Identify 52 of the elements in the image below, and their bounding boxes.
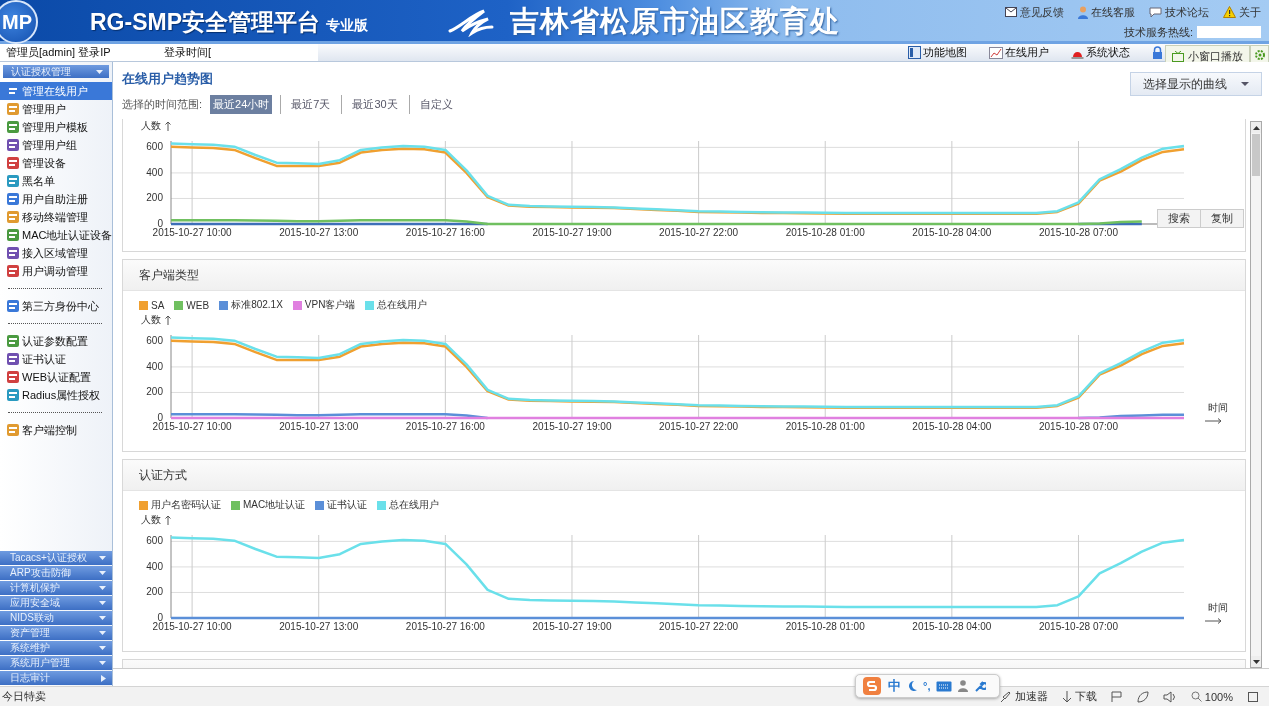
tick-label: 2015-10-28 04:00 — [912, 621, 992, 632]
tick-label: 2015-10-27 13:00 — [279, 421, 359, 432]
tick-label: 2015-10-27 22:00 — [659, 227, 739, 238]
page-title: 在线用户趋势图 — [122, 70, 213, 88]
logo: MP — [0, 0, 38, 44]
tick-label: 2015-10-28 01:00 — [785, 421, 865, 432]
tick-label: 2015-10-27 16:00 — [405, 421, 485, 432]
tick-label: 0 — [157, 218, 163, 229]
axis-title: 时间 — [1208, 602, 1228, 613]
tick-label: 600 — [146, 335, 163, 347]
login-time-label: 登录时间[ — [164, 45, 213, 60]
tick-label: 2015-10-28 07:00 — [1039, 227, 1118, 238]
range-label: 选择的时间范围: — [122, 97, 203, 112]
tick-label: 2015-10-27 19:00 — [532, 621, 612, 632]
tick-label: 2015-10-27 13:00 — [279, 227, 359, 238]
tick-label: 600 — [146, 535, 163, 547]
tick-label: 2015-10-28 04:00 — [912, 227, 992, 238]
panel-title: 客户端类型 — [123, 260, 1245, 291]
tick-label: 2015-10-28 07:00 — [1039, 621, 1118, 632]
hotline-label: 技术服务热线: — [1123, 24, 1193, 40]
tick-label: 600 — [146, 141, 163, 153]
organization-title: 吉林省松原市油区教育处 — [510, 4, 840, 39]
tick-label: 2015-10-27 19:00 — [532, 421, 612, 432]
tick-label: 2015-10-28 07:00 — [1039, 421, 1118, 432]
tick-label: 0 — [157, 412, 163, 423]
axis-title: 时间 — [1208, 402, 1228, 413]
tick-label: 2015-10-27 10:00 — [152, 421, 232, 432]
axis-title: 人数 — [141, 514, 161, 525]
tick-label: 400 — [146, 360, 163, 372]
admin-info: 管理员[admin] 登录IP — [6, 45, 111, 60]
edition-label: 专业版 — [326, 17, 368, 35]
tick-label: 2015-10-27 10:00 — [152, 621, 232, 632]
axis-title: 人数 — [141, 120, 161, 131]
tick-label: 2015-10-27 13:00 — [279, 621, 359, 632]
tick-label: 400 — [146, 560, 163, 572]
tick-label: 2015-10-27 16:00 — [405, 621, 485, 632]
tick-label: 2015-10-27 19:00 — [532, 227, 612, 238]
axis-title: 人数 — [141, 314, 161, 325]
tick-label: 0 — [157, 612, 163, 623]
tick-label: 2015-10-27 22:00 — [659, 421, 739, 432]
panel-title: 认证方式 — [123, 460, 1245, 491]
tick-label: 2015-10-27 16:00 — [405, 227, 485, 238]
tick-label: 400 — [146, 166, 163, 178]
tick-label: 2015-10-27 10:00 — [152, 227, 232, 238]
tick-label: 200 — [146, 386, 163, 398]
tick-label: 2015-10-27 22:00 — [659, 621, 739, 632]
tick-label: 2015-10-28 04:00 — [912, 421, 992, 432]
tick-label: 200 — [146, 192, 163, 204]
tick-label: 200 — [146, 586, 163, 598]
tick-label: 2015-10-28 01:00 — [785, 227, 865, 238]
tick-label: 2015-10-28 01:00 — [785, 621, 865, 632]
product-title: RG-SMP安全管理平台 — [90, 7, 320, 37]
